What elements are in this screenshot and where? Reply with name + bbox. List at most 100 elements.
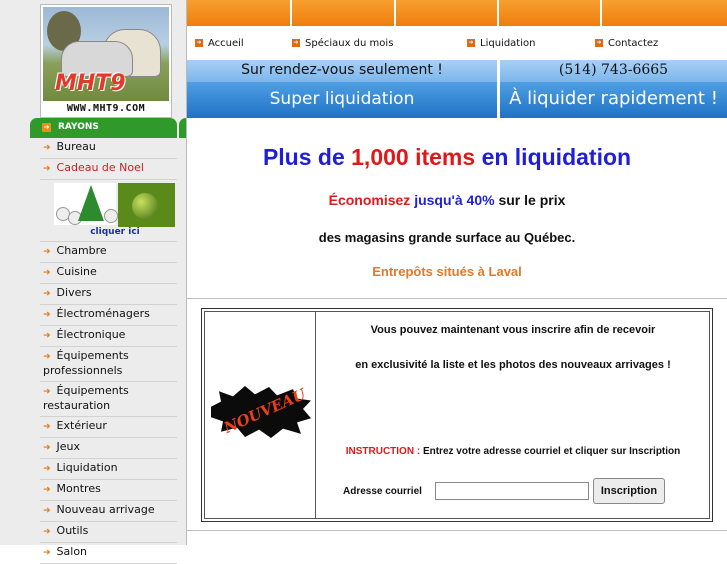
signup-form: Adresse courriel Inscription (317, 478, 709, 508)
savings-line: Économisez jusqu'à 40% sur le prix (187, 192, 707, 208)
headline: Plus de 1,000 items en liquidation (187, 144, 707, 171)
arrow-icon: ➜ (195, 39, 203, 47)
nav-label: Accueil (208, 38, 244, 49)
category-label: Équipements restauration (43, 384, 129, 412)
signup-text-2: en exclusivité la liste et les photos de… (355, 359, 671, 371)
category-label: Nouveau arrivage (56, 503, 155, 516)
arrow-icon: ➜ (292, 39, 300, 47)
category-label: Divers (56, 286, 92, 299)
top-nav: ➜ Accueil ➜ Spéciaux du mois ➜ Liquidation … (187, 26, 727, 60)
phone-number: (514) 743-6665 (558, 62, 669, 78)
slogan-banner: Super liquidation À liquider rapidement … (187, 82, 727, 118)
logo-brand: MHT9 (55, 71, 126, 96)
nav-accueil[interactable]: ➜ Accueil (195, 38, 244, 49)
a-liquider-text: À liquider rapidement ! (509, 88, 718, 109)
headline-part: 1,000 items (351, 144, 476, 170)
appointment-banner: Sur rendez-vous seulement ! (514) 743-66… (187, 60, 727, 82)
category-label: Cadeau de Noel (56, 161, 144, 174)
category-item[interactable]: ➜ Équipements professionnels (40, 347, 177, 382)
super-liquidation-text: Super liquidation (269, 89, 415, 109)
category-item[interactable]: ➜ Salon (40, 543, 177, 564)
nav-liquidation[interactable]: ➜ Liquidation (467, 38, 535, 49)
category-item[interactable]: ➜ Outils (40, 522, 177, 543)
logo-url: WWW.MHT9.COM (66, 103, 146, 114)
site-logo[interactable]: MHT9 WWW.MHT9.COM (40, 4, 172, 118)
rayons-label: RAYONS (58, 122, 99, 132)
noel-snowmen-image (54, 183, 118, 225)
category-list: ➜ Bureau ➜ Cadeau de Noel cliquer ici ➜ Cha… (40, 138, 177, 564)
green-tab-edge (179, 118, 186, 138)
category-label: Montres (56, 482, 101, 495)
arrow-icon: ➜ (43, 464, 51, 474)
noel-promo[interactable]: cliquer ici (40, 180, 177, 242)
instruction-text: Entrez votre adresse courriel et cliquer… (422, 446, 681, 457)
category-item[interactable]: ➜ Électroménagers (40, 305, 177, 326)
arrow-icon: ➜ (43, 247, 51, 257)
category-item[interactable]: ➜ Chambre (40, 242, 177, 263)
arrow-icon: ➜ (43, 310, 51, 320)
category-label: Électroménagers (56, 307, 150, 320)
arrow-icon: ➜ (43, 422, 51, 432)
nav-contactez[interactable]: ➜ Contactez (595, 38, 658, 49)
category-label: Outils (56, 524, 89, 537)
category-item[interactable]: ➜ Électronique (40, 326, 177, 347)
arrow-icon: ➜ (43, 331, 51, 341)
category-label: Équipements professionnels (43, 349, 129, 377)
headline-part: en liquidation (481, 144, 632, 170)
category-item[interactable]: ➜ Divers (40, 284, 177, 305)
category-label: Cuisine (56, 265, 97, 278)
savings-part: jusqu'à 40% (414, 192, 495, 208)
arrow-icon: ➜ (43, 164, 51, 174)
category-item[interactable]: ➜ Nouveau arrivage (40, 501, 177, 522)
arrow-icon: ➜ (43, 289, 51, 299)
nav-label: Spéciaux du mois (305, 38, 394, 49)
category-item-bureau[interactable]: ➜ Bureau (40, 138, 177, 159)
nav-label: Contactez (608, 38, 659, 49)
email-field[interactable] (435, 482, 589, 500)
savings-part: Économisez (328, 192, 411, 208)
category-label: Liquidation (56, 461, 118, 474)
arrow-icon: ➜ (43, 143, 51, 153)
category-item[interactable]: ➜ Équipements restauration (40, 382, 177, 417)
instruction-label: INSTRUCTION : (345, 446, 421, 457)
category-label: Jeux (56, 440, 81, 453)
arrow-icon: ➜ (43, 387, 51, 397)
instruction-line: INSTRUCTION : Entrez votre adresse courr… (317, 446, 709, 457)
arrow-icon: ➜ (43, 506, 51, 516)
category-item[interactable]: ➜ Montres (40, 480, 177, 501)
arrow-icon: ➜ (43, 548, 51, 558)
email-label: Adresse courriel (343, 486, 422, 497)
divider (187, 298, 727, 299)
category-item[interactable]: ➜ Jeux (40, 438, 177, 459)
rayons-header: ➜ RAYONS (30, 118, 177, 138)
category-item[interactable]: ➜ Liquidation (40, 459, 177, 480)
arrow-icon: ➜ (43, 485, 51, 495)
arrow-icon: ➜ (43, 352, 51, 362)
category-item[interactable]: ➜ Cuisine (40, 263, 177, 284)
sidebar: MHT9 WWW.MHT9.COM ➜ RAYONS ➜ Bureau ➜ Cade… (0, 0, 186, 564)
divider (187, 530, 727, 531)
arrow-icon: ➜ (43, 443, 51, 453)
noel-ornament-image (118, 183, 175, 227)
nouveau-badge: NOUVEAU (205, 380, 315, 446)
signup-text-1: Vous pouvez maintenant vous inscrire afi… (370, 324, 656, 336)
category-label: Chambre (56, 244, 107, 257)
headline-part: Plus de (262, 144, 345, 170)
arrow-icon: ➜ (467, 39, 475, 47)
arrow-icon: ➜ (43, 268, 51, 278)
top-color-bar (187, 0, 727, 26)
category-label: Électronique (56, 328, 126, 341)
category-item[interactable]: ➜ Extérieur (40, 417, 177, 438)
arrow-icon: ➜ (595, 39, 603, 47)
nav-speciaux[interactable]: ➜ Spéciaux du mois (292, 38, 393, 49)
arrow-icon: ➜ (42, 123, 51, 132)
category-label: Extérieur (56, 419, 107, 432)
category-label: Salon (56, 545, 88, 558)
category-item-cadeau-noel[interactable]: ➜ Cadeau de Noel (40, 159, 177, 180)
banner-divider (497, 60, 500, 118)
cliquer-ici-link[interactable]: cliquer ici (80, 225, 150, 239)
category-label: Bureau (56, 140, 96, 153)
warehouse-line: Entrepôts situés à Laval (372, 264, 522, 279)
signup-box: NOUVEAU Vous pouvez maintenant vous insc… (201, 308, 713, 522)
inscription-button[interactable]: Inscription (593, 478, 665, 504)
